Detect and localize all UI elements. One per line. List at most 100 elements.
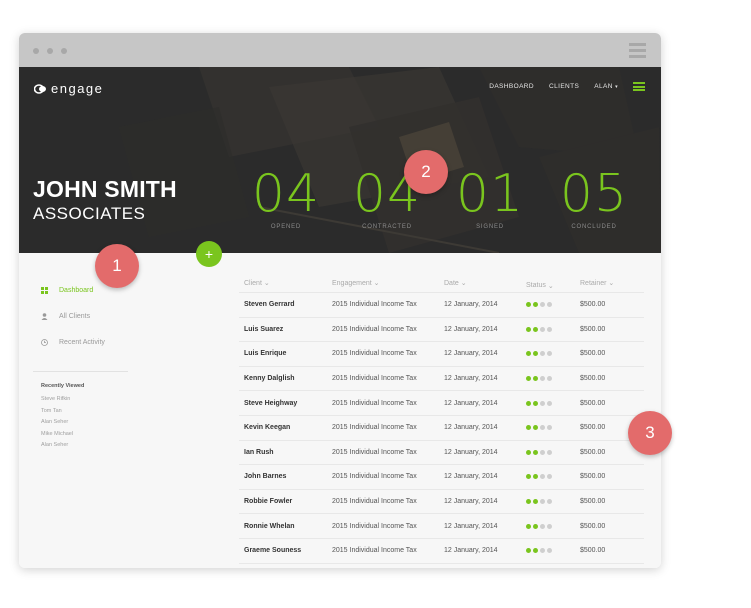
browser-chrome: [19, 33, 661, 67]
table-row[interactable]: Ronnie Whelan 2015 Individual Income Tax 1…: [239, 514, 644, 539]
stat-label: OPENED: [270, 224, 302, 230]
client-cell: Graeme Souness: [244, 547, 302, 555]
column-header-client[interactable]: Client ⌄: [239, 279, 332, 292]
client-cell: Kevin Keegan: [244, 424, 291, 432]
status-dot: [547, 449, 552, 455]
status-dot: [533, 302, 538, 308]
date-cell: 12 January, 2014: [444, 522, 498, 530]
status-dot: [526, 449, 531, 455]
recent-item[interactable]: Tom Tan: [41, 406, 73, 418]
sidebar-item-label: Recent Activity: [59, 339, 105, 346]
client-cell: Steven Gerrard: [244, 301, 295, 309]
browser-menu-icon[interactable]: [629, 43, 646, 58]
engagement-cell: 2015 Individual Income Tax: [332, 498, 417, 506]
retainer-cell: $500.00: [580, 473, 606, 481]
retainer-cell: $500.00: [580, 350, 606, 358]
retainer-cell: $500.00: [580, 547, 606, 555]
retainer-cell: $500.00: [580, 301, 606, 309]
client-cell: Steve Heighway: [244, 399, 298, 407]
table-row[interactable]: Steve Heighway 2015 Individual Income Tax…: [239, 391, 644, 416]
caret-down-icon: ▾: [615, 84, 618, 90]
column-header-retainer[interactable]: Retainer ⌄: [580, 279, 640, 292]
sort-icon: ⌄: [460, 280, 467, 287]
status-dot: [533, 351, 538, 357]
sidebar-item-all-clients[interactable]: All Clients: [41, 313, 90, 320]
column-header-status[interactable]: Status ⌄: [526, 279, 580, 292]
stat-opened[interactable]: 04 OPENED: [241, 168, 331, 230]
sidebar: Dashboard All Clients Recent Activity Re…: [19, 253, 229, 568]
column-header-date[interactable]: Date ⌄: [444, 279, 526, 292]
retainer-cell: $500.00: [580, 399, 606, 407]
stat-label: CONTRACTED: [362, 224, 412, 230]
window-dot-icon[interactable]: [61, 48, 67, 54]
stat-value: 01: [455, 164, 525, 224]
clock-icon: [41, 339, 48, 346]
hamburger-menu-icon[interactable]: [633, 82, 645, 91]
table-row[interactable]: Graeme Souness 2015 Individual Income Tax…: [239, 539, 644, 564]
recent-item[interactable]: Alan Seher: [41, 440, 73, 452]
add-button[interactable]: +: [196, 241, 222, 267]
sidebar-item-label: Dashboard: [59, 287, 94, 294]
date-cell: 12 January, 2014: [444, 301, 498, 309]
status-dot: [526, 302, 531, 308]
table-row[interactable]: Luis Suarez 2015 Individual Income Tax 12 …: [239, 318, 644, 343]
stat-value: 04: [251, 164, 321, 224]
nav-dashboard[interactable]: DASHBOARD: [489, 83, 534, 90]
status-dot: [533, 523, 538, 529]
status-indicator: [526, 499, 580, 505]
status-dot: [533, 376, 538, 382]
table-row[interactable]: Kenny Dalglish 2015 Individual Income Tax…: [239, 367, 644, 392]
retainer-cell: $500.00: [580, 325, 606, 333]
table-row[interactable]: John Barnes 2015 Individual Income Tax 12 …: [239, 465, 644, 490]
retainer-cell: $500.00: [580, 522, 606, 530]
status-dot: [547, 425, 552, 431]
engagement-cell: 2015 Individual Income Tax: [332, 399, 417, 407]
engagements-table: Client ⌄ Engagement ⌄ Date ⌄ Status ⌄ Re…: [239, 279, 644, 564]
table-body: Steven Gerrard 2015 Individual Income Tax…: [239, 293, 644, 564]
recent-item[interactable]: Alan Seher: [41, 417, 73, 429]
client-cell: John Barnes: [244, 473, 287, 481]
client-header: engage DASHBOARD CLIENTS ALAN ▾ JOHN SMI…: [19, 67, 661, 253]
column-header-engagement[interactable]: Engagement ⌄: [332, 279, 444, 292]
callout-badge-1: 1: [95, 244, 139, 288]
stat-label: CONCLUDED: [571, 224, 617, 230]
status-dot: [526, 548, 531, 554]
client-cell: Ronnie Whelan: [244, 522, 295, 530]
table-row[interactable]: Ian Rush 2015 Individual Income Tax 12 Jan…: [239, 441, 644, 466]
user-menu[interactable]: ALAN ▾: [594, 83, 618, 90]
date-cell: 12 January, 2014: [444, 498, 498, 506]
sidebar-item-recent-activity[interactable]: Recent Activity: [41, 339, 105, 346]
status-indicator: [526, 523, 580, 529]
status-dot: [547, 523, 552, 529]
engagement-cell: 2015 Individual Income Tax: [332, 375, 417, 383]
table-row[interactable]: Robbie Fowler 2015 Individual Income Tax 1…: [239, 490, 644, 515]
recently-viewed-title: Recently Viewed: [41, 383, 85, 389]
logo-text: engage: [51, 81, 104, 96]
stat-concluded[interactable]: 05 CONCLUDED: [549, 168, 639, 230]
retainer-cell: $500.00: [580, 375, 606, 383]
client-subtitle: ASSOCIATES: [33, 204, 146, 223]
stat-signed[interactable]: 01 SIGNED: [445, 168, 535, 230]
status-dot: [533, 425, 538, 431]
engagement-cell: 2015 Individual Income Tax: [332, 424, 417, 432]
table-row[interactable]: Steven Gerrard 2015 Individual Income Tax…: [239, 293, 644, 318]
engagement-cell: 2015 Individual Income Tax: [332, 522, 417, 530]
window-dot-icon[interactable]: [33, 48, 39, 54]
status-dot: [547, 474, 552, 480]
status-dot: [533, 400, 538, 406]
window-dot-icon[interactable]: [47, 48, 53, 54]
status-dot: [526, 499, 531, 505]
nav-clients[interactable]: CLIENTS: [549, 83, 579, 90]
recent-item[interactable]: Mike Michael: [41, 429, 73, 441]
recent-item[interactable]: Steve Rifkin: [41, 394, 73, 406]
client-name: JOHN SMITH: [33, 176, 177, 202]
sidebar-item-dashboard[interactable]: Dashboard: [41, 287, 93, 294]
table-row[interactable]: Luis Enrique 2015 Individual Income Tax 12…: [239, 342, 644, 367]
date-cell: 12 January, 2014: [444, 448, 498, 456]
date-cell: 12 January, 2014: [444, 325, 498, 333]
app-logo[interactable]: engage: [34, 81, 103, 96]
engagement-cell: 2015 Individual Income Tax: [332, 547, 417, 555]
status-dot: [533, 326, 538, 332]
table-row[interactable]: Kevin Keegan 2015 Individual Income Tax 12…: [239, 416, 644, 441]
status-dot: [533, 499, 538, 505]
